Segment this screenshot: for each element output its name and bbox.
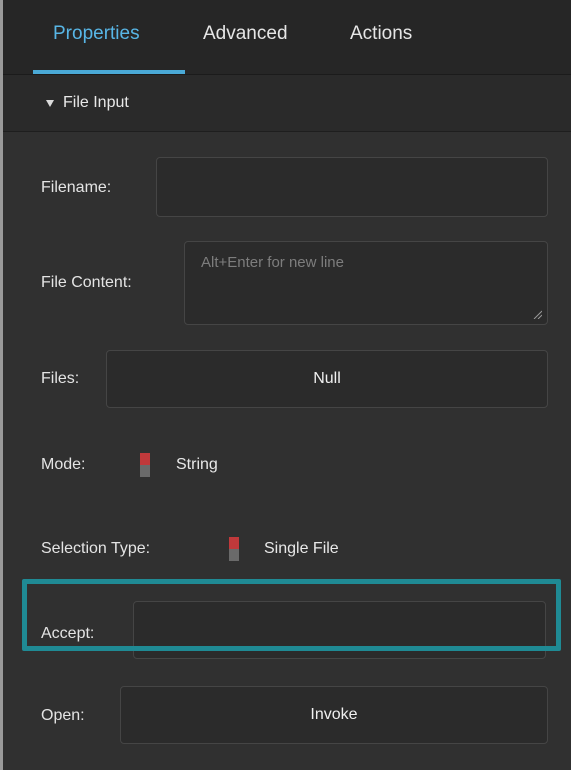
files-label: Files:: [41, 370, 80, 387]
mode-label: Mode:: [41, 456, 86, 473]
section-header-file-input[interactable]: File Input: [3, 75, 571, 132]
accept-highlight-box: [22, 579, 561, 651]
caret-down-icon: [46, 100, 54, 107]
filename-input[interactable]: [157, 158, 547, 216]
file-content-label: File Content:: [41, 274, 132, 291]
tab-properties[interactable]: Properties: [53, 20, 140, 48]
toggle-on-segment: [229, 537, 239, 549]
mode-value: String: [176, 456, 218, 473]
properties-panel: Properties Advanced Actions File Input F…: [3, 0, 571, 770]
open-invoke-button[interactable]: Invoke: [120, 686, 548, 744]
tab-bar: Properties Advanced Actions: [3, 0, 571, 75]
files-value-button[interactable]: Null: [106, 350, 548, 408]
selection-type-label: Selection Type:: [41, 540, 151, 557]
toggle-on-segment: [140, 453, 150, 465]
tab-actions[interactable]: Actions: [350, 20, 412, 48]
toggle-off-segment: [229, 549, 239, 561]
filename-label: Filename:: [41, 179, 112, 196]
filename-field[interactable]: [156, 157, 548, 217]
selection-type-toggle[interactable]: [229, 537, 239, 561]
file-content-field[interactable]: [184, 241, 548, 325]
tab-advanced[interactable]: Advanced: [203, 20, 288, 48]
screenshot-frame: Properties Advanced Actions File Input F…: [0, 0, 582, 770]
selection-type-value: Single File: [264, 540, 339, 557]
file-content-textarea[interactable]: [185, 242, 547, 324]
toggle-off-segment: [140, 465, 150, 477]
section-title: File Input: [63, 94, 129, 111]
active-tab-indicator: [33, 70, 185, 74]
open-label: Open:: [41, 707, 85, 724]
mode-toggle[interactable]: [140, 453, 150, 477]
resize-handle-icon[interactable]: [533, 310, 542, 319]
